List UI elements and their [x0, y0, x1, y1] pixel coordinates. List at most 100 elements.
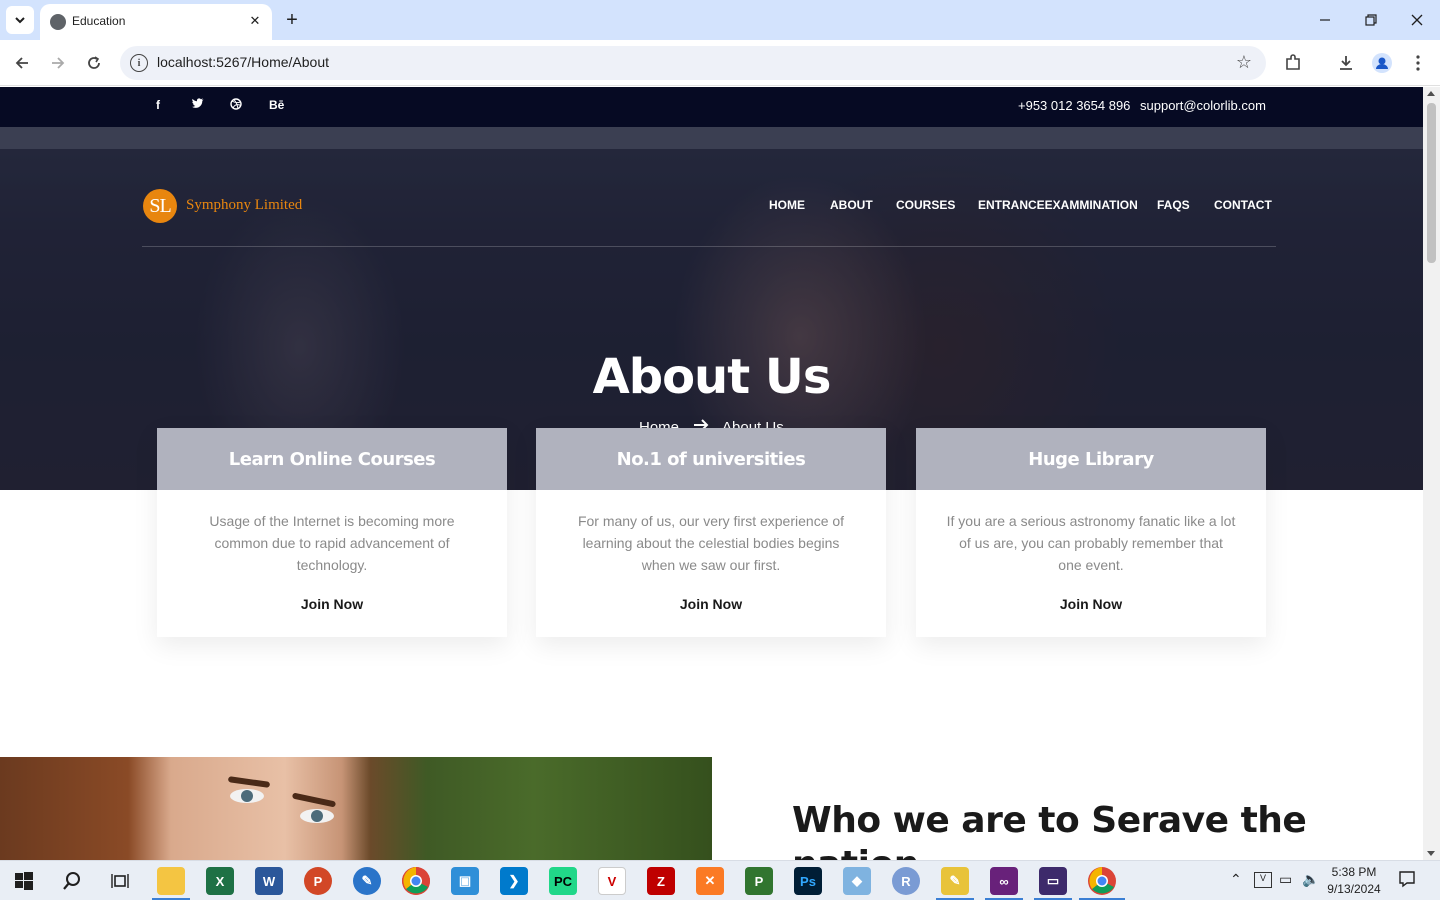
task-view-icon[interactable]	[106, 867, 134, 895]
extensions-button[interactable]	[1280, 50, 1306, 76]
scroll-up-arrow-icon[interactable]	[1427, 91, 1435, 96]
xampp-icon[interactable]: ✕	[696, 867, 724, 895]
file-explorer-icon[interactable]	[157, 867, 185, 895]
box-app-icon[interactable]: ◆	[843, 867, 871, 895]
downloads-button[interactable]	[1333, 50, 1359, 76]
chevron-up-icon[interactable]: ⌃	[1230, 871, 1242, 888]
join-now-link[interactable]: Join Now	[536, 596, 886, 612]
page-scrollbar[interactable]	[1423, 87, 1440, 860]
restore-button[interactable]	[1356, 8, 1386, 32]
photoshop-icon[interactable]: Ps	[794, 867, 822, 895]
os-taskbar: X W P ✎ ▣ ❯ PC V Z ✕ P Ps ◆ R ✎ ∞ ▭ ⌃ V …	[0, 860, 1440, 900]
photo-brow	[291, 792, 337, 808]
minimize-icon	[1320, 19, 1330, 21]
browser-toolbar: i localhost:5267/Home/About ☆	[0, 40, 1440, 86]
screen-app-icon[interactable]: ▣	[451, 867, 479, 895]
photo-brow	[227, 776, 271, 788]
arrow-left-icon	[15, 57, 28, 69]
address-bar[interactable]: i localhost:5267/Home/About ☆	[120, 46, 1266, 80]
join-now-link[interactable]: Join Now	[916, 596, 1266, 612]
behance-icon[interactable]: Bē	[269, 98, 284, 112]
forward-button[interactable]	[45, 50, 71, 76]
volume-icon[interactable]: 🔈	[1302, 871, 1319, 888]
header-phone[interactable]: +953 012 3654 896	[1018, 98, 1130, 113]
scroll-down-arrow-icon[interactable]	[1427, 851, 1435, 856]
more-vertical-icon	[1416, 55, 1420, 71]
nav-courses[interactable]: COURSES	[896, 198, 955, 212]
photo-iris	[241, 790, 253, 802]
pycharm-icon[interactable]: PC	[549, 867, 577, 895]
close-icon	[1411, 14, 1423, 26]
browser-tab-strip: Education ✕ +	[0, 0, 1440, 40]
feature-card-title: Learn Online Courses	[157, 428, 507, 490]
facebook-icon[interactable]: f	[156, 98, 160, 112]
feature-card: Huge Library If you are a serious astron…	[916, 428, 1266, 637]
info-icon[interactable]: i	[130, 54, 148, 72]
minimize-button[interactable]	[1310, 8, 1340, 32]
windows-start-icon[interactable]	[10, 867, 38, 895]
url-text[interactable]: localhost:5267/Home/About	[157, 54, 329, 70]
star-icon[interactable]: ☆	[1236, 52, 1252, 73]
chrome-icon[interactable]	[402, 867, 430, 895]
twitter-icon[interactable]	[192, 98, 204, 112]
vc-tray-icon[interactable]: V	[1254, 872, 1272, 888]
powerpoint-icon[interactable]: P	[304, 867, 332, 895]
feature-card-text: For many of us, our very first experienc…	[577, 513, 845, 573]
nav-about[interactable]: ABOUT	[830, 198, 873, 212]
avatar-icon	[1372, 53, 1392, 73]
feature-card: No.1 of universities For many of us, our…	[536, 428, 886, 637]
notification-icon[interactable]	[1398, 870, 1416, 891]
clock-date[interactable]: 9/13/2024	[1324, 882, 1384, 896]
profile-button[interactable]	[1369, 50, 1395, 76]
scrollbar-thumb[interactable]	[1427, 103, 1436, 263]
nav-home[interactable]: HOME	[769, 198, 805, 212]
clock-time[interactable]: 5:38 PM	[1324, 865, 1384, 879]
arrow-right-icon	[52, 57, 65, 69]
app-icon[interactable]: ✎	[353, 867, 381, 895]
dribbble-icon[interactable]	[230, 98, 242, 113]
feature-card-text: If you are a serious astronomy fanatic l…	[946, 513, 1236, 573]
notes-app-icon[interactable]: ✎	[941, 867, 969, 895]
project-icon[interactable]: P	[745, 867, 773, 895]
photo-eye	[300, 809, 334, 823]
download-icon	[1340, 56, 1352, 70]
vc-app-icon[interactable]: V	[598, 867, 626, 895]
feature-card-text: Usage of the Internet is becoming more c…	[209, 513, 455, 573]
browser-menu-button[interactable]	[1405, 50, 1431, 76]
puzzle-icon	[1286, 54, 1300, 70]
about-photo	[0, 757, 712, 860]
vscode-icon[interactable]: ❯	[500, 867, 528, 895]
browser-tab[interactable]: Education ✕	[40, 4, 272, 40]
chrome-active-icon[interactable]	[1088, 867, 1116, 895]
visual-studio-icon[interactable]: ∞	[990, 867, 1018, 895]
brand-name[interactable]: Symphony Limited	[186, 197, 302, 214]
header-spacer-band	[0, 127, 1423, 149]
page-viewport: f Bē +953 012 3654 896 support@colorlib.…	[0, 87, 1423, 860]
restore-icon	[1365, 14, 1377, 26]
back-button[interactable]	[9, 50, 35, 76]
globe-icon	[50, 14, 66, 30]
nav-contact[interactable]: CONTACT	[1214, 198, 1272, 212]
brand-logo[interactable]: SL	[143, 189, 177, 223]
filezilla-icon[interactable]: Z	[647, 867, 675, 895]
nav-faqs[interactable]: FAQS	[1157, 198, 1190, 212]
tab-search-button[interactable]	[6, 6, 34, 34]
excel-icon[interactable]: X	[206, 867, 234, 895]
reload-button[interactable]	[81, 50, 107, 76]
r-app-icon[interactable]: R	[892, 867, 920, 895]
feature-card-title: No.1 of universities	[536, 428, 886, 490]
word-icon[interactable]: W	[255, 867, 283, 895]
network-icon[interactable]: ▭	[1279, 871, 1292, 888]
terminal-icon[interactable]: ▭	[1039, 867, 1067, 895]
tab-title: Education	[72, 14, 126, 28]
header-email[interactable]: support@colorlib.com	[1140, 98, 1266, 113]
search-icon[interactable]	[58, 867, 86, 895]
nav-entrance-examination[interactable]: ENTRANCEEXAMMINATION	[978, 198, 1138, 212]
header-topbar: f Bē +953 012 3654 896 support@colorlib.…	[0, 87, 1423, 127]
new-tab-button[interactable]: +	[280, 8, 304, 32]
photo-iris	[311, 810, 323, 822]
close-tab-button[interactable]: ✕	[246, 12, 264, 30]
close-window-button[interactable]	[1402, 8, 1432, 32]
photo-eye	[230, 789, 264, 803]
join-now-link[interactable]: Join Now	[157, 596, 507, 612]
